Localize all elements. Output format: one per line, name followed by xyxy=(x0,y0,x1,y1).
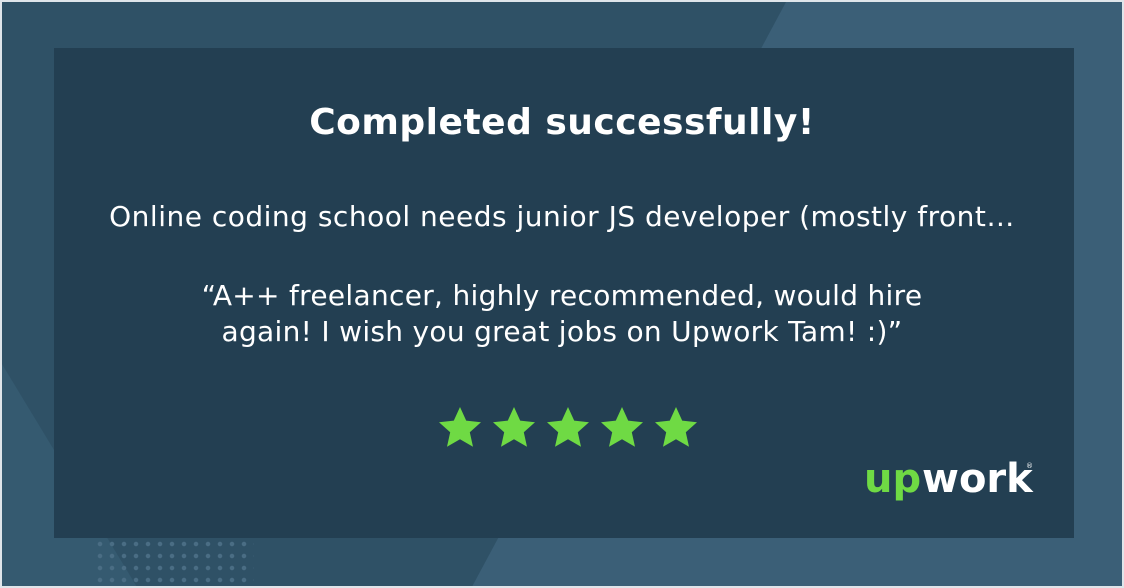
svg-text:®: ® xyxy=(1026,462,1033,470)
star-icon xyxy=(493,407,535,447)
review-line: again! I wish you great jobs on Upwork T… xyxy=(221,315,903,348)
star-icon xyxy=(547,407,589,447)
star-icon xyxy=(655,407,697,447)
review-quote: “A++ freelancer, highly recommended, wou… xyxy=(2,278,1122,350)
dot-pattern xyxy=(94,538,254,586)
upwork-logo: up work ® xyxy=(864,456,1034,502)
star-icon xyxy=(601,407,643,447)
review-line: “A++ freelancer, highly recommended, wou… xyxy=(201,279,923,312)
svg-text:up: up xyxy=(864,456,921,502)
completion-title: Completed successfully! xyxy=(309,102,815,143)
star-rating xyxy=(436,404,700,452)
svg-text:work: work xyxy=(922,456,1034,502)
star-icon xyxy=(439,407,481,447)
review-banner: Completed successfully! Online coding sc… xyxy=(0,0,1124,588)
job-title: Online coding school needs junior JS dev… xyxy=(109,200,1015,233)
